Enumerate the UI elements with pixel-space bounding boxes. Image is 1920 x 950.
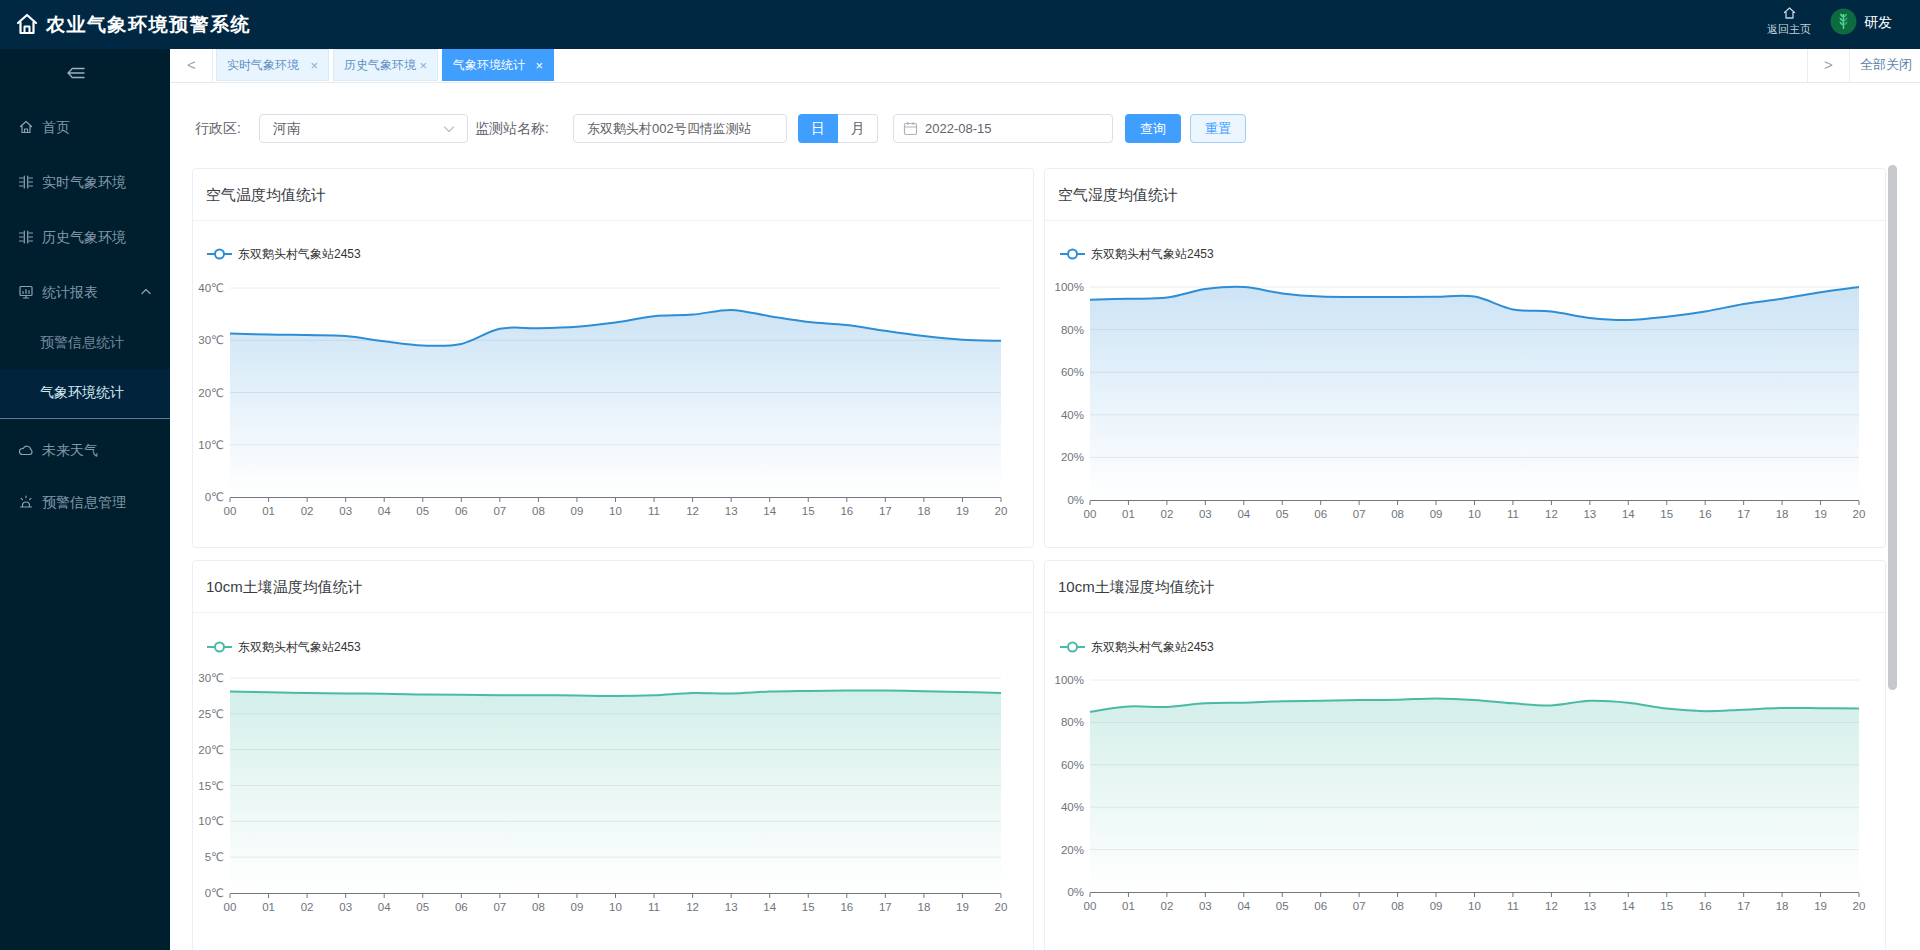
cloud-icon bbox=[18, 442, 34, 458]
legend-air-humidity[interactable]: 东双鹅头村气象站2453 bbox=[1060, 247, 1214, 261]
calendar-icon bbox=[903, 121, 918, 136]
legend-line-icon bbox=[1060, 247, 1085, 261]
legend-line-icon bbox=[207, 247, 232, 261]
date-picker-value: 2022-08-15 bbox=[925, 114, 992, 143]
sidebar-item-statistics-report[interactable]: 统计报表 bbox=[0, 272, 170, 312]
legend-soil-humidity[interactable]: 东双鹅头村气象站2453 bbox=[1060, 640, 1214, 654]
alarm-icon bbox=[18, 494, 34, 510]
card-air-temperature: 空气温度均值统计 bbox=[192, 168, 1034, 548]
home-icon bbox=[1782, 6, 1797, 20]
sidebar: 首页 实时气象环境 历史气象环境 统计报表 预警信息统计 bbox=[0, 49, 170, 950]
card-title: 空气湿度均值统计 bbox=[1045, 169, 1885, 221]
chevron-up-icon bbox=[141, 288, 151, 295]
sidebar-item-history-weather[interactable]: 历史气象环境 bbox=[0, 217, 170, 257]
legend-line-icon bbox=[207, 640, 232, 654]
legend-soil-temperature[interactable]: 东双鹅头村气象站2453 bbox=[207, 640, 361, 654]
app-title: 农业气象环境预警系统 bbox=[46, 0, 251, 49]
day-toggle-button[interactable]: 日 bbox=[798, 114, 838, 143]
return-home-button[interactable]: 返回主页 bbox=[1760, 6, 1818, 37]
region-select-value: 河南 bbox=[273, 114, 301, 143]
avatar[interactable] bbox=[1830, 8, 1857, 35]
return-home-label: 返回主页 bbox=[1760, 22, 1818, 37]
sidebar-submenu-divider bbox=[0, 418, 170, 419]
chevron-down-icon bbox=[443, 126, 455, 133]
station-name-value: 东双鹅头村002号四情监测站 bbox=[587, 114, 752, 143]
card-title: 空气温度均值统计 bbox=[193, 169, 1033, 221]
tab-weather-env-statistics[interactable]: 气象环境统计 × bbox=[442, 49, 554, 81]
tab-realtime-weather[interactable]: 实时气象环境 × bbox=[216, 49, 329, 81]
month-toggle-button[interactable]: 月 bbox=[838, 114, 878, 143]
reset-button[interactable]: 重置 bbox=[1190, 114, 1246, 143]
card-title: 10cm土壤湿度均值统计 bbox=[1045, 561, 1885, 613]
sidebar-item-future-weather[interactable]: 未来天气 bbox=[0, 430, 170, 470]
tabs-scroll-right-button[interactable]: > bbox=[1807, 49, 1850, 82]
tabbar-divider bbox=[170, 82, 1920, 83]
user-name[interactable]: 研发 bbox=[1864, 0, 1892, 44]
sidebar-collapse-icon[interactable] bbox=[65, 64, 87, 82]
sidebar-item-home[interactable]: 首页 bbox=[0, 107, 170, 147]
report-icon bbox=[18, 284, 34, 300]
app-header: 农业气象环境预警系统 返回主页 研发 bbox=[0, 0, 1920, 49]
sidebar-item-warning-info-statistics[interactable]: 预警信息统计 bbox=[0, 322, 170, 362]
realtime-weather-icon bbox=[18, 174, 34, 190]
legend-air-temperature[interactable]: 东双鹅头村气象站2453 bbox=[207, 247, 361, 261]
close-icon[interactable]: × bbox=[419, 58, 427, 73]
history-weather-icon bbox=[18, 229, 34, 245]
page: 农业气象环境预警系统 返回主页 研发 bbox=[0, 0, 1920, 950]
station-name-label: 监测站名称: bbox=[475, 114, 549, 143]
card-soil-temperature: 10cm土壤温度均值统计 bbox=[192, 560, 1034, 950]
tabs-scroll-left-button[interactable]: < bbox=[171, 49, 213, 82]
tab-history-weather[interactable]: 历史气象环境 × bbox=[333, 49, 438, 81]
app-logo-icon bbox=[13, 10, 41, 38]
card-title: 10cm土壤温度均值统计 bbox=[193, 561, 1033, 613]
close-all-tabs-button[interactable]: 全部关闭 bbox=[1860, 49, 1912, 81]
home-icon bbox=[18, 119, 34, 135]
query-button[interactable]: 查询 bbox=[1125, 114, 1181, 143]
close-icon[interactable]: × bbox=[535, 58, 543, 73]
card-soil-humidity: 10cm土壤湿度均值统计 bbox=[1044, 560, 1886, 950]
sidebar-item-realtime-weather[interactable]: 实时气象环境 bbox=[0, 162, 170, 202]
sidebar-item-warning-info-management[interactable]: 预警信息管理 bbox=[0, 482, 170, 522]
card-air-humidity: 空气湿度均值统计 bbox=[1044, 168, 1886, 548]
close-icon[interactable]: × bbox=[310, 58, 318, 73]
scrollbar-thumb[interactable] bbox=[1888, 165, 1897, 690]
region-label: 行政区: bbox=[195, 114, 241, 143]
sidebar-item-weather-env-statistics[interactable]: 气象环境统计 bbox=[0, 372, 170, 412]
legend-line-icon bbox=[1060, 640, 1085, 654]
